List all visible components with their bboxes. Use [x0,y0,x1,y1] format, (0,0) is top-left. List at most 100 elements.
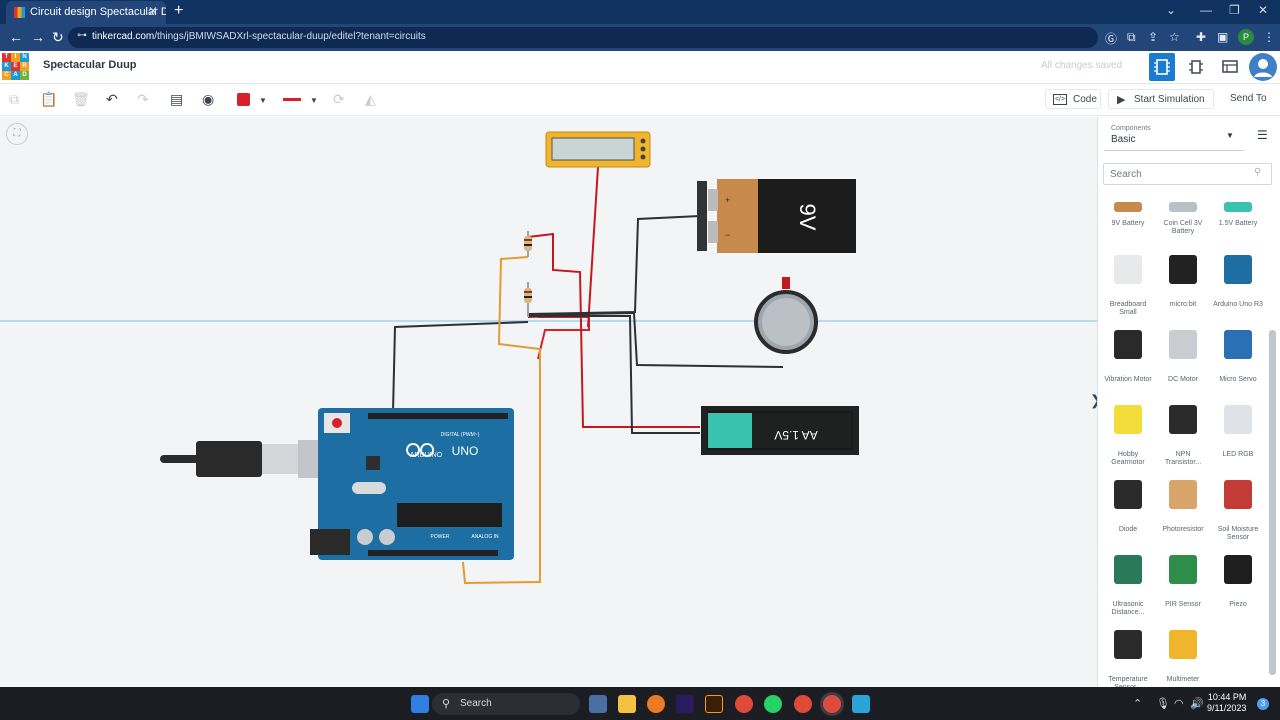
undo-icon[interactable]: ↶ [106,91,118,108]
notification-badge[interactable]: 3 [1257,698,1269,710]
arduino-model-label: UNO [452,444,479,458]
flip-icon[interactable]: ◭ [365,91,376,108]
start-simulation-button[interactable]: ▶ Start Simulation [1108,89,1214,109]
tab-close-icon[interactable]: ✕ [148,4,158,18]
tab-search-chevron-icon[interactable]: ⌄ [1166,3,1176,17]
battery-aa: AA 1.5V [701,406,859,455]
share-icon[interactable]: ⇪ [1148,30,1158,44]
component-tile-breadboard[interactable]: Breadboard Small [1102,248,1154,317]
breadboard-icon [1105,254,1151,297]
user-icon [1254,59,1272,77]
component-tile-coin-cell[interactable]: Coin Cell 3V Battery [1157,195,1209,236]
notes-icon[interactable]: ▤ [170,91,183,108]
minimize-icon[interactable]: — [1200,3,1212,17]
volume-icon[interactable]: 🔊 [1190,697,1204,710]
paste-icon[interactable]: 📋 [40,91,57,108]
dropdown-caret-icon[interactable]: ▼ [1226,131,1234,140]
google-icon[interactable]: Ⓖ [1105,30,1117,47]
component-tile-temp-sensor[interactable]: Temperature Sensor... [1102,623,1154,692]
site-info-icon: ⊶ [77,30,87,41]
blender-icon[interactable] [647,695,665,713]
wire-type-caret-icon[interactable]: ▼ [310,96,318,105]
component-tile-soil-sensor[interactable]: Soil Moisture Sensor [1212,473,1264,542]
multimeter-icon [1160,629,1206,672]
component-tile-label: PIR Sensor [1165,600,1201,608]
circuit-canvas[interactable]: 9V + − AA 1.5V ARDUINO UNO DIGITAL (PWM~) [0,117,1097,687]
chrome-icon[interactable] [735,695,753,713]
whatsapp-icon[interactable] [764,695,782,713]
component-tile-pir[interactable]: PIR Sensor [1157,548,1209,609]
chrome-active-icon[interactable] [823,695,841,713]
open-in-app-icon[interactable]: ⧉ [1127,30,1136,45]
component-tile-microbit[interactable]: micro:bit [1157,248,1209,309]
multimeter [545,131,651,168]
taskbar-search-icon: ⚲ [442,698,451,710]
rotate-icon[interactable]: ⟳ [333,91,345,108]
side-panel-icon[interactable]: ▣ [1217,30,1228,44]
notepad-icon[interactable] [852,695,870,713]
start-button-icon[interactable] [411,695,429,713]
component-tile-battery-9v[interactable]: 9V Battery [1102,195,1154,228]
new-tab-button[interactable]: + [174,2,183,20]
component-tile-gearmotor[interactable]: Hobby Gearmotor [1102,398,1154,467]
tray-chevron-icon[interactable]: ⌃ [1133,697,1142,710]
tinkercad-favicon-icon [14,7,25,18]
browser-tab[interactable]: Circuit design Spectacular Duup [6,1,166,24]
component-tile-vibration-motor[interactable]: Vibration Motor [1102,323,1154,384]
illustrator-icon[interactable] [705,695,723,713]
notes-visibility-icon[interactable]: ◉ [202,91,214,108]
browser-menu-icon[interactable]: ⋮ [1263,30,1275,44]
component-tile-battery-aa[interactable]: 1.5V Battery [1212,195,1264,228]
address-bar[interactable]: ⊶ tinkercad.com/things/jBMIWSADXrl-specta… [68,27,1098,48]
component-tile-piezo[interactable]: Piezo [1212,548,1264,609]
forward-icon[interactable]: → [31,29,45,45]
component-tile-led-rgb[interactable]: LED RGB [1212,398,1264,459]
arduino-analog-label: ANALOG IN [471,534,499,540]
component-tile-arduino[interactable]: Arduino Uno R3 [1212,248,1264,309]
component-tile-transistor[interactable]: NPN Transistor... [1157,398,1209,467]
profile-avatar[interactable]: P [1238,29,1254,45]
project-title[interactable]: Spectacular Duup [43,59,137,71]
wifi-icon[interactable]: ◠ [1174,697,1184,710]
wire-type-swatch[interactable] [283,98,301,101]
file-explorer-icon[interactable] [618,695,636,713]
list-view-icon[interactable]: ☰ [1257,128,1268,142]
bookmark-star-icon[interactable]: ☆ [1169,30,1180,44]
circuit-view-button[interactable] [1149,53,1175,81]
component-tile-dc-motor[interactable]: DC Motor [1157,323,1209,384]
taskbar-search[interactable]: Search [432,693,580,715]
maximize-icon[interactable]: ❐ [1229,3,1240,17]
fit-view-button[interactable]: ⛶ [6,123,28,145]
system-clock[interactable]: 10:44 PM 9/11/2023 [1207,692,1246,714]
battery-aa-icon [1215,201,1261,216]
components-list-view-button[interactable] [1222,58,1238,79]
sidebar-scrollbar[interactable] [1269,330,1276,675]
schematic-view-button[interactable] [1188,58,1204,79]
after-effects-icon[interactable] [676,695,694,713]
redo-icon[interactable]: ↷ [137,91,149,108]
component-tile-multimeter[interactable]: Multimeter [1157,623,1209,684]
window-close-icon[interactable]: ✕ [1258,3,1268,17]
reload-icon[interactable]: ↻ [52,29,64,46]
code-button[interactable]: </> Code [1045,89,1101,109]
component-search-input[interactable]: Search [1103,163,1272,185]
color-dropdown-caret-icon[interactable]: ▼ [259,96,267,105]
chrome-profile-icon[interactable] [794,695,812,713]
delete-icon[interactable]: 🗑 [72,91,90,108]
tinkercad-logo[interactable]: T I N K E R C A D [2,53,30,81]
wire-color-swatch[interactable] [237,93,250,106]
snipping-tool-icon[interactable] [589,695,607,713]
copy-icon[interactable]: ⧉ [9,91,19,108]
component-tile-photoresistor[interactable]: Photoresistor [1157,473,1209,534]
user-avatar[interactable] [1249,53,1277,81]
component-tile-diode[interactable]: Diode [1102,473,1154,534]
send-to-button[interactable]: Send To [1222,89,1272,109]
component-tile-label: NPN Transistor... [1164,450,1202,466]
microphone-icon[interactable]: 🎙 [1156,697,1170,710]
extensions-icon[interactable]: ✚ [1196,30,1206,44]
component-tile-servo[interactable]: Micro Servo [1212,323,1264,384]
component-tile-label: Hobby Gearmotor [1111,450,1145,466]
back-icon[interactable]: ← [9,29,23,45]
component-tile-ultrasonic[interactable]: Ultrasonic Distance... [1102,548,1154,617]
circuit-drawing[interactable]: 9V +− AA 1.5V ARDUINO UNO DIGITAL (PWM~) [0,117,1097,687]
